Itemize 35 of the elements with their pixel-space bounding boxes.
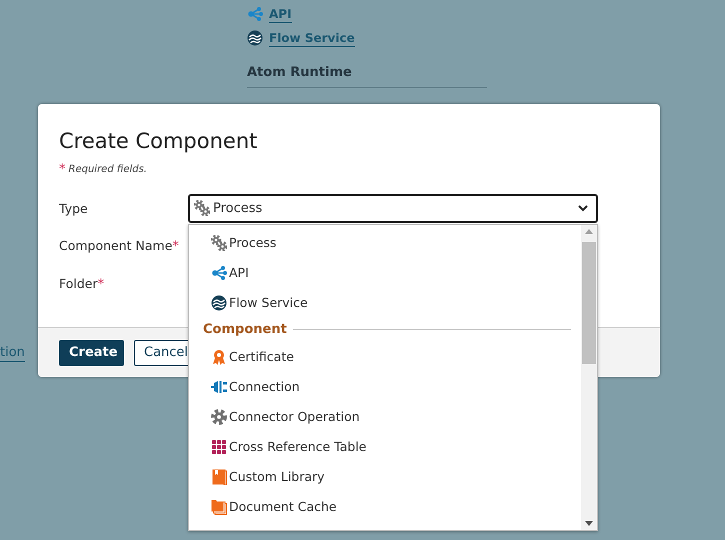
dropdown-option[interactable]: Document Cache [189, 492, 581, 522]
gears-icon [211, 234, 227, 250]
scrollbar[interactable] [581, 224, 597, 530]
plug-icon [211, 378, 227, 394]
scroll-thumb[interactable] [582, 242, 596, 364]
gears-icon [194, 200, 210, 216]
gear-icon [211, 408, 227, 424]
ribbon-icon [211, 348, 227, 364]
field-label: Component Name* [59, 238, 180, 254]
scroll-up-icon[interactable] [585, 228, 593, 234]
book-icon [211, 468, 227, 484]
dropdown-option[interactable]: Process [189, 228, 581, 258]
group-heading: Component [203, 322, 287, 337]
dropdown-option[interactable]: Connection [189, 372, 581, 402]
wave-circle-icon [247, 30, 263, 46]
wave-circle-icon [211, 294, 227, 310]
create-button[interactable]: Create [59, 340, 124, 366]
dropdown-option[interactable]: Cross Reference Table [189, 432, 581, 462]
type-select[interactable]: Process [188, 194, 598, 222]
chevron-down-icon [578, 204, 588, 212]
grid-icon [211, 438, 227, 454]
dropdown-option[interactable]: Flow Service [189, 288, 581, 318]
scroll-down-icon[interactable] [585, 520, 593, 526]
required-note: Required fields. [68, 163, 147, 177]
share-icon [247, 6, 263, 22]
dropdown-option[interactable]: API [189, 258, 581, 288]
dropdown-option[interactable]: Connector Operation [189, 402, 581, 432]
dialog-title: Create Component [59, 128, 258, 155]
dropdown-option[interactable]: Custom Library [189, 462, 581, 492]
field-label: Type [59, 200, 89, 216]
share-icon [211, 264, 227, 280]
required-mark: * [59, 162, 66, 178]
folder-stack-icon [211, 498, 227, 514]
field-label: Folder* [59, 276, 106, 292]
section-title: Atom Runtime [247, 64, 353, 82]
